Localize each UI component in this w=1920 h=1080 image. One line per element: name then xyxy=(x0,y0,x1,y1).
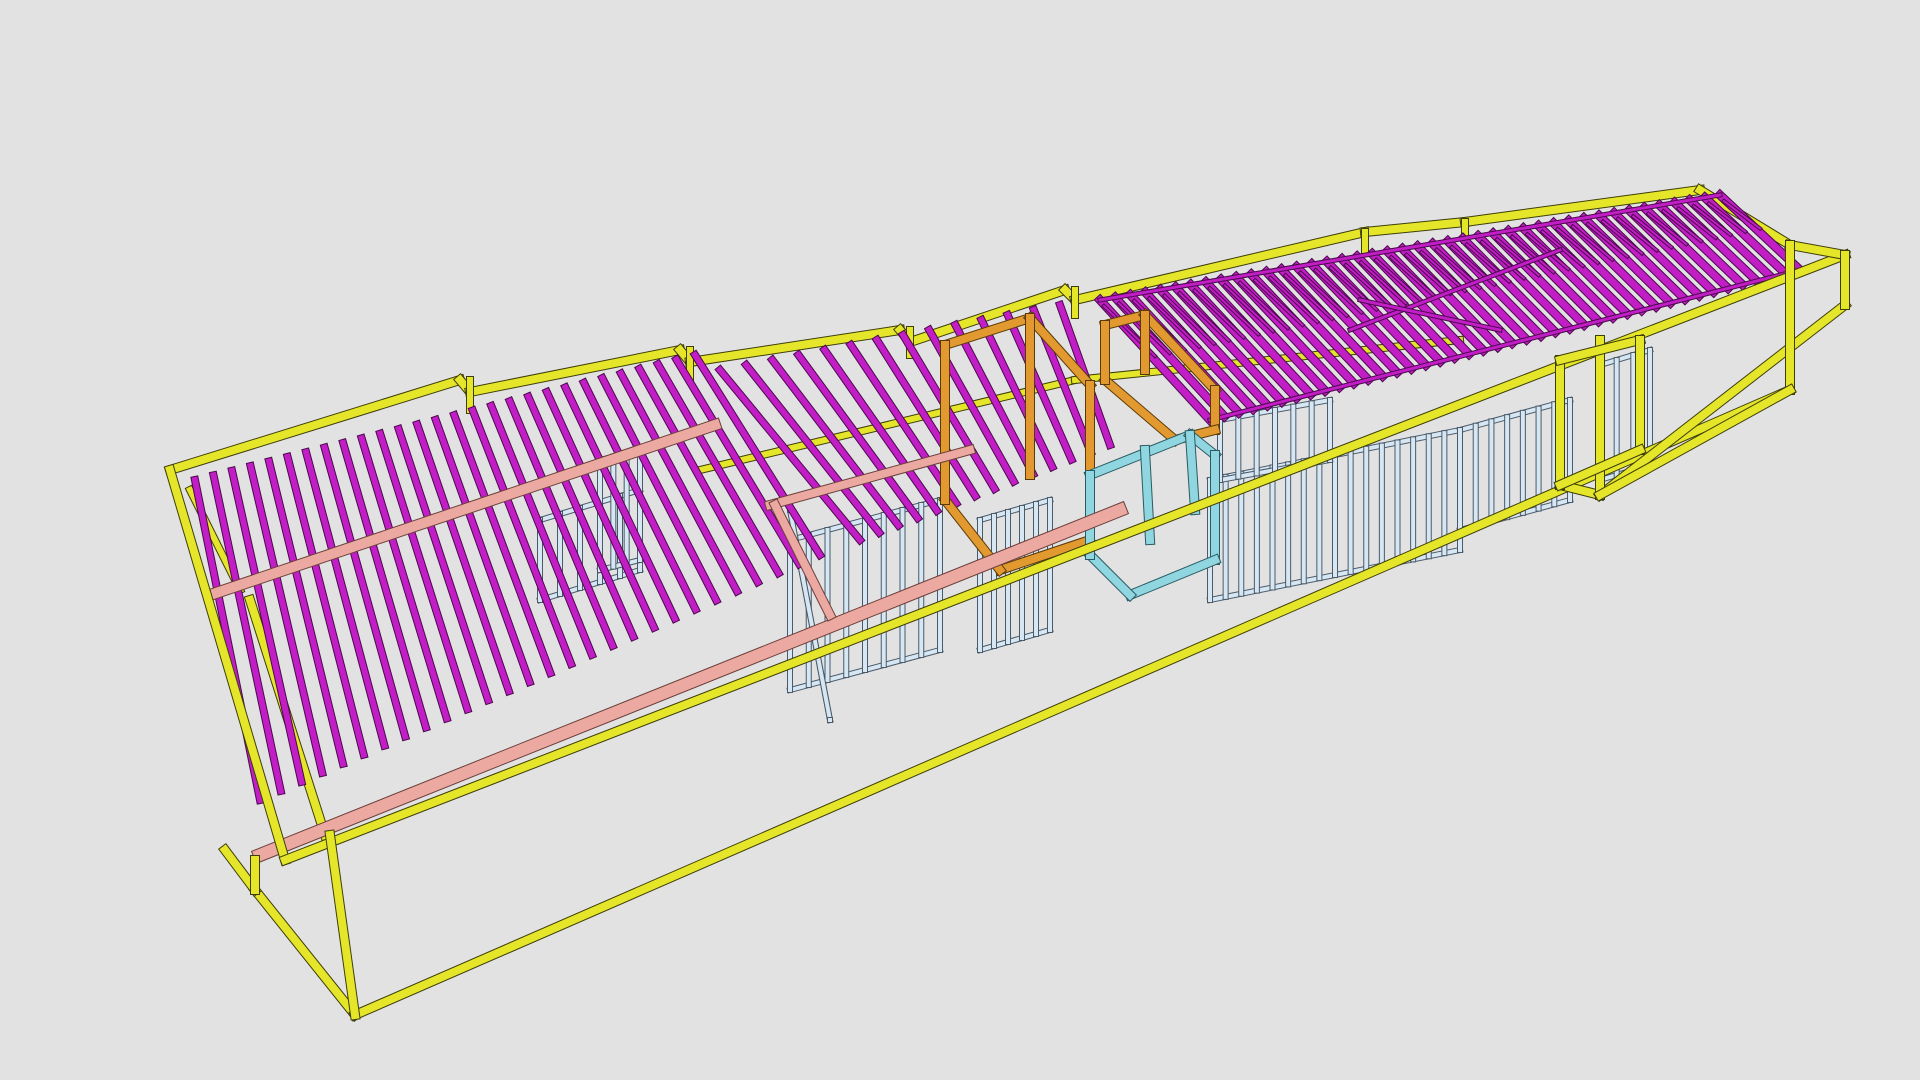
outer-frame-top-back xyxy=(685,325,905,367)
cyan-frame xyxy=(1124,554,1221,601)
wall-bottom-plate xyxy=(977,627,1053,653)
roof-joists-layer xyxy=(190,188,1807,805)
outer-frame-right-top xyxy=(1785,240,1850,260)
ridge-beam-layer xyxy=(202,417,1130,865)
wall-top-plate xyxy=(977,497,1053,523)
cyan-frame xyxy=(1084,549,1136,601)
outer-frame-top-back xyxy=(1360,217,1470,237)
roof-joist xyxy=(320,443,409,741)
cyan-frame xyxy=(1185,430,1200,515)
orange-frame xyxy=(1099,374,1181,446)
roof-joist xyxy=(283,453,368,759)
outer-frame-right-box xyxy=(1594,384,1796,501)
framing-model xyxy=(163,183,1853,1023)
3d-viewport[interactable] xyxy=(0,0,1920,1080)
roof-joist xyxy=(302,448,389,750)
